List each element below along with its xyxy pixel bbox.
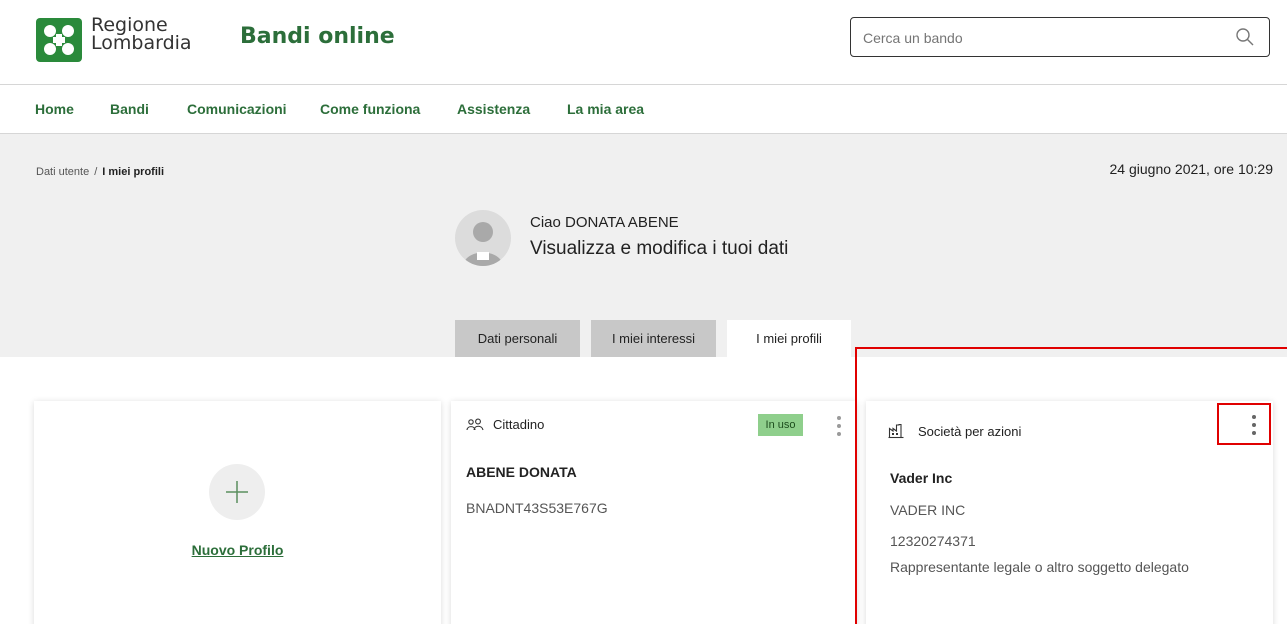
user-icon	[463, 222, 503, 266]
regione-lombardia-logo-icon[interactable]	[36, 18, 82, 62]
tab-dati-personali[interactable]: Dati personali	[455, 320, 580, 357]
profile-name: Vader Inc	[890, 470, 953, 486]
nav-item-assistenza[interactable]: Assistenza	[457, 101, 530, 117]
nav-item-comunicazioni[interactable]: Comunicazioni	[187, 101, 287, 117]
profile-name: ABENE DONATA	[466, 464, 577, 480]
logo-line-2: Lombardia	[91, 32, 192, 54]
nav-item-come-funziona[interactable]: Come funziona	[320, 101, 420, 117]
tab-i-miei-profili[interactable]: I miei profili	[727, 320, 851, 357]
header: Regione Lombardia Bandi online	[0, 0, 1287, 84]
cittadino-profile-card[interactable]: Cittadino In uso ABENE DONATA BNADNT43S5…	[451, 401, 857, 624]
in-use-badge: In uso	[758, 414, 803, 436]
new-profile-card[interactable]: Nuovo Profilo	[34, 401, 441, 624]
search-box[interactable]	[850, 17, 1270, 57]
logo-text: Regione Lombardia	[91, 16, 192, 54]
search-input[interactable]	[863, 27, 1223, 49]
people-icon	[466, 418, 484, 437]
user-greeting: Ciao DONATA ABENE	[530, 214, 679, 231]
factory-icon	[888, 423, 904, 444]
nav-item-la-mia-area[interactable]: La mia area	[567, 101, 644, 117]
fiscal-code: BNADNT43S53E767G	[466, 500, 608, 516]
profile-header-area: Dati utente / I miei profili 24 giugno 202…	[0, 134, 1287, 357]
new-profile-link[interactable]: Nuovo Profilo	[34, 542, 441, 558]
breadcrumb: Dati utente / I miei profili	[36, 166, 164, 178]
company-name: VADER INC	[890, 502, 966, 518]
breadcrumb-dati-utente[interactable]: Dati utente	[36, 166, 89, 178]
current-datetime: 24 giugno 2021, ore 10:29	[1109, 161, 1273, 177]
profile-type-label: Società per azioni	[918, 424, 1022, 439]
tab-i-miei-interessi[interactable]: I miei interessi	[591, 320, 716, 357]
breadcrumb-current: I miei profili	[102, 166, 164, 178]
vat-number: 12320274371	[890, 533, 976, 549]
nav-item-bandi[interactable]: Bandi	[110, 101, 149, 117]
kebab-menu-icon[interactable]	[1248, 413, 1260, 437]
plus-icon[interactable]	[209, 464, 265, 520]
kebab-menu-icon[interactable]	[833, 414, 845, 438]
main-nav: Home Bandi Comunicazioni Come funziona A…	[0, 84, 1287, 134]
page-subtitle: Visualizza e modifica i tuoi dati	[530, 238, 789, 259]
societa-profile-card[interactable]: Società per azioni Vader Inc VADER INC 1…	[866, 401, 1273, 624]
app-title[interactable]: Bandi online	[240, 24, 395, 49]
nav-item-home[interactable]: Home	[35, 101, 74, 117]
profile-role: Rappresentante legale o altro soggetto d…	[890, 559, 1189, 575]
search-icon[interactable]	[1235, 27, 1255, 47]
profile-type-label: Cittadino	[493, 417, 545, 432]
avatar	[455, 210, 511, 266]
breadcrumb-separator: /	[94, 166, 98, 178]
